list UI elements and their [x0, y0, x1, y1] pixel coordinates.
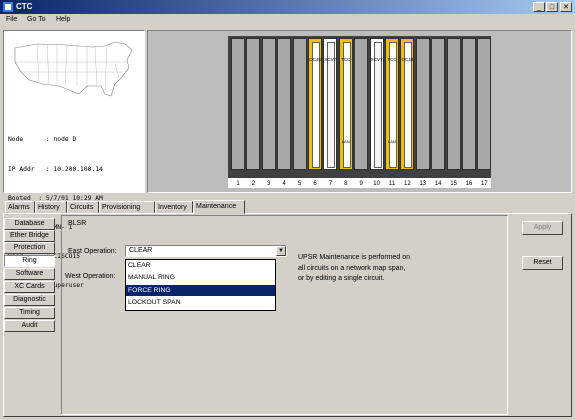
sidebar-item-protection[interactable]: Protection	[4, 242, 55, 254]
east-operation-select[interactable]: CLEAR ▼	[125, 245, 287, 257]
shelf-slot-11[interactable]: TCC LAN	[385, 38, 399, 170]
slot-number: 9	[359, 181, 363, 187]
slot-number: 15	[450, 181, 457, 187]
sidebar-item-timing[interactable]: Timing	[4, 307, 55, 319]
sidebar-item-ether-bridge[interactable]: Ether Bridge	[4, 230, 55, 242]
slot-number: 3	[267, 181, 271, 187]
slot-number: 13	[419, 181, 427, 187]
east-operation-label: East Operation:	[68, 248, 117, 255]
west-operation-label: West Operation:	[65, 273, 116, 280]
card-label: XCVT	[324, 57, 337, 62]
us-map-image[interactable]	[7, 34, 142, 110]
slot-number: 17	[481, 181, 488, 187]
slot-number: 14	[434, 181, 442, 187]
lan-port-label: LAN	[388, 139, 396, 144]
slot-number: 5	[297, 181, 302, 187]
tab-provisioning[interactable]: Provisioning	[99, 201, 155, 213]
sidebar-item-ring[interactable]: Ring	[4, 255, 55, 267]
menu-goto[interactable]: Go To	[27, 16, 46, 23]
shelf-slot-2[interactable]	[246, 38, 261, 170]
slot-number: 6	[313, 181, 317, 187]
slot-number: 16	[465, 181, 473, 187]
shelf-slot-4[interactable]	[277, 38, 292, 170]
apply-button[interactable]: Apply	[522, 221, 563, 235]
tab-inventory[interactable]: Inventory	[155, 201, 193, 213]
card-label: OC48	[309, 57, 321, 62]
slot-number: 11	[388, 181, 396, 187]
app-icon	[3, 2, 13, 12]
tab-circuits[interactable]: Circuits	[67, 201, 99, 213]
tab-alarms[interactable]: Alarms	[5, 201, 35, 213]
sidebar-item-software[interactable]: Software	[4, 268, 55, 280]
card-label: OC48	[401, 57, 414, 62]
shelf-slot-3[interactable]	[261, 38, 276, 170]
option-manual-ring[interactable]: MANUAL RING	[126, 272, 275, 283]
window-title: CTC	[16, 2, 33, 11]
menu-bar: File Go To Help	[0, 14, 575, 27]
shelf-chassis: 1 2 3 4 5 OC48 6 XCVT 7 TCC LAN 8 9 XCVT 10 TCC LAN 11 OC4…	[228, 36, 492, 188]
slot-number: 4	[282, 181, 286, 187]
shelf-slot-15[interactable]	[446, 38, 461, 170]
slot-number: 1	[236, 181, 240, 187]
shelf-slot-13[interactable]	[415, 38, 430, 170]
east-operation-value: CLEAR	[129, 247, 153, 254]
shelf-slot-16[interactable]	[462, 38, 476, 170]
sidebar-item-xc-cards[interactable]: XC Cards	[4, 281, 55, 293]
lan-port-label: LAN	[341, 139, 350, 144]
node-info-panel: Node : node D IP Addr : 10.200.100.14 Bo…	[3, 30, 145, 289]
blsr-title: BLSR	[68, 220, 87, 227]
info-ip: IP Addr : 10.200.100.14	[8, 165, 103, 173]
shelf-slot-6[interactable]: OC48	[308, 38, 322, 170]
sidebar-item-diagnostic[interactable]: Diagnostic	[4, 294, 55, 306]
shelf-slot-14[interactable]	[431, 38, 446, 170]
option-lockout-span[interactable]: LOCKOUT SPAN	[126, 297, 275, 308]
menu-file[interactable]: File	[6, 16, 17, 23]
info-node: Node : node D	[8, 136, 77, 144]
chevron-down-icon[interactable]: ▼	[276, 246, 286, 256]
tab-history[interactable]: History	[35, 201, 67, 213]
shelf-slot-10[interactable]: XCVT	[369, 38, 384, 170]
slot-number: 7	[328, 181, 333, 187]
reset-button[interactable]: Reset	[522, 256, 563, 270]
slot-number: 12	[404, 181, 411, 187]
shelf-slot-17[interactable]	[477, 38, 492, 170]
option-force-ring[interactable]: FORCE RING	[126, 285, 275, 296]
shelf-view: 1 2 3 4 5 OC48 6 XCVT 7 TCC LAN 8 9 XCVT 10 TCC LAN 11 OC4…	[147, 30, 572, 193]
shelf-slot-12[interactable]: OC48	[400, 38, 415, 170]
slot-number: 10	[373, 181, 380, 187]
option-clear[interactable]: CLEAR	[126, 260, 275, 271]
card-label: TCC	[341, 57, 351, 62]
shelf-slot-9[interactable]	[354, 38, 369, 170]
upsr-description: UPSR Maintenance is performed on all cir…	[298, 254, 411, 282]
shelf-slot-7[interactable]: XCVT	[323, 38, 338, 170]
blsr-group: BLSR East Operation: CLEAR ▼ West Operat…	[61, 215, 508, 415]
shelf-slot-5[interactable]	[292, 38, 307, 170]
close-button[interactable]: ✕	[560, 2, 572, 12]
sidebar-item-audit[interactable]: Audit	[4, 320, 55, 332]
card-label: TCC	[387, 57, 397, 62]
slot-number: 2	[251, 181, 256, 187]
minimize-button[interactable]: _	[533, 2, 545, 12]
tab-maintenance[interactable]: Maintenance	[193, 200, 245, 214]
menu-help[interactable]: Help	[56, 16, 70, 23]
sidebar-item-database[interactable]: Database	[4, 218, 55, 230]
title-bar: CTC _ □ ✕	[0, 0, 575, 14]
operation-dropdown-list: CLEAR MANUAL RING FORCE RING LOCKOUT SPA…	[125, 259, 276, 311]
shelf-slot-8[interactable]: TCC LAN	[338, 38, 353, 170]
card-label: XCVT	[370, 57, 383, 62]
shelf-slot-1[interactable]	[231, 38, 245, 170]
maximize-button[interactable]: □	[546, 2, 558, 12]
slot-number: 8	[344, 181, 348, 187]
